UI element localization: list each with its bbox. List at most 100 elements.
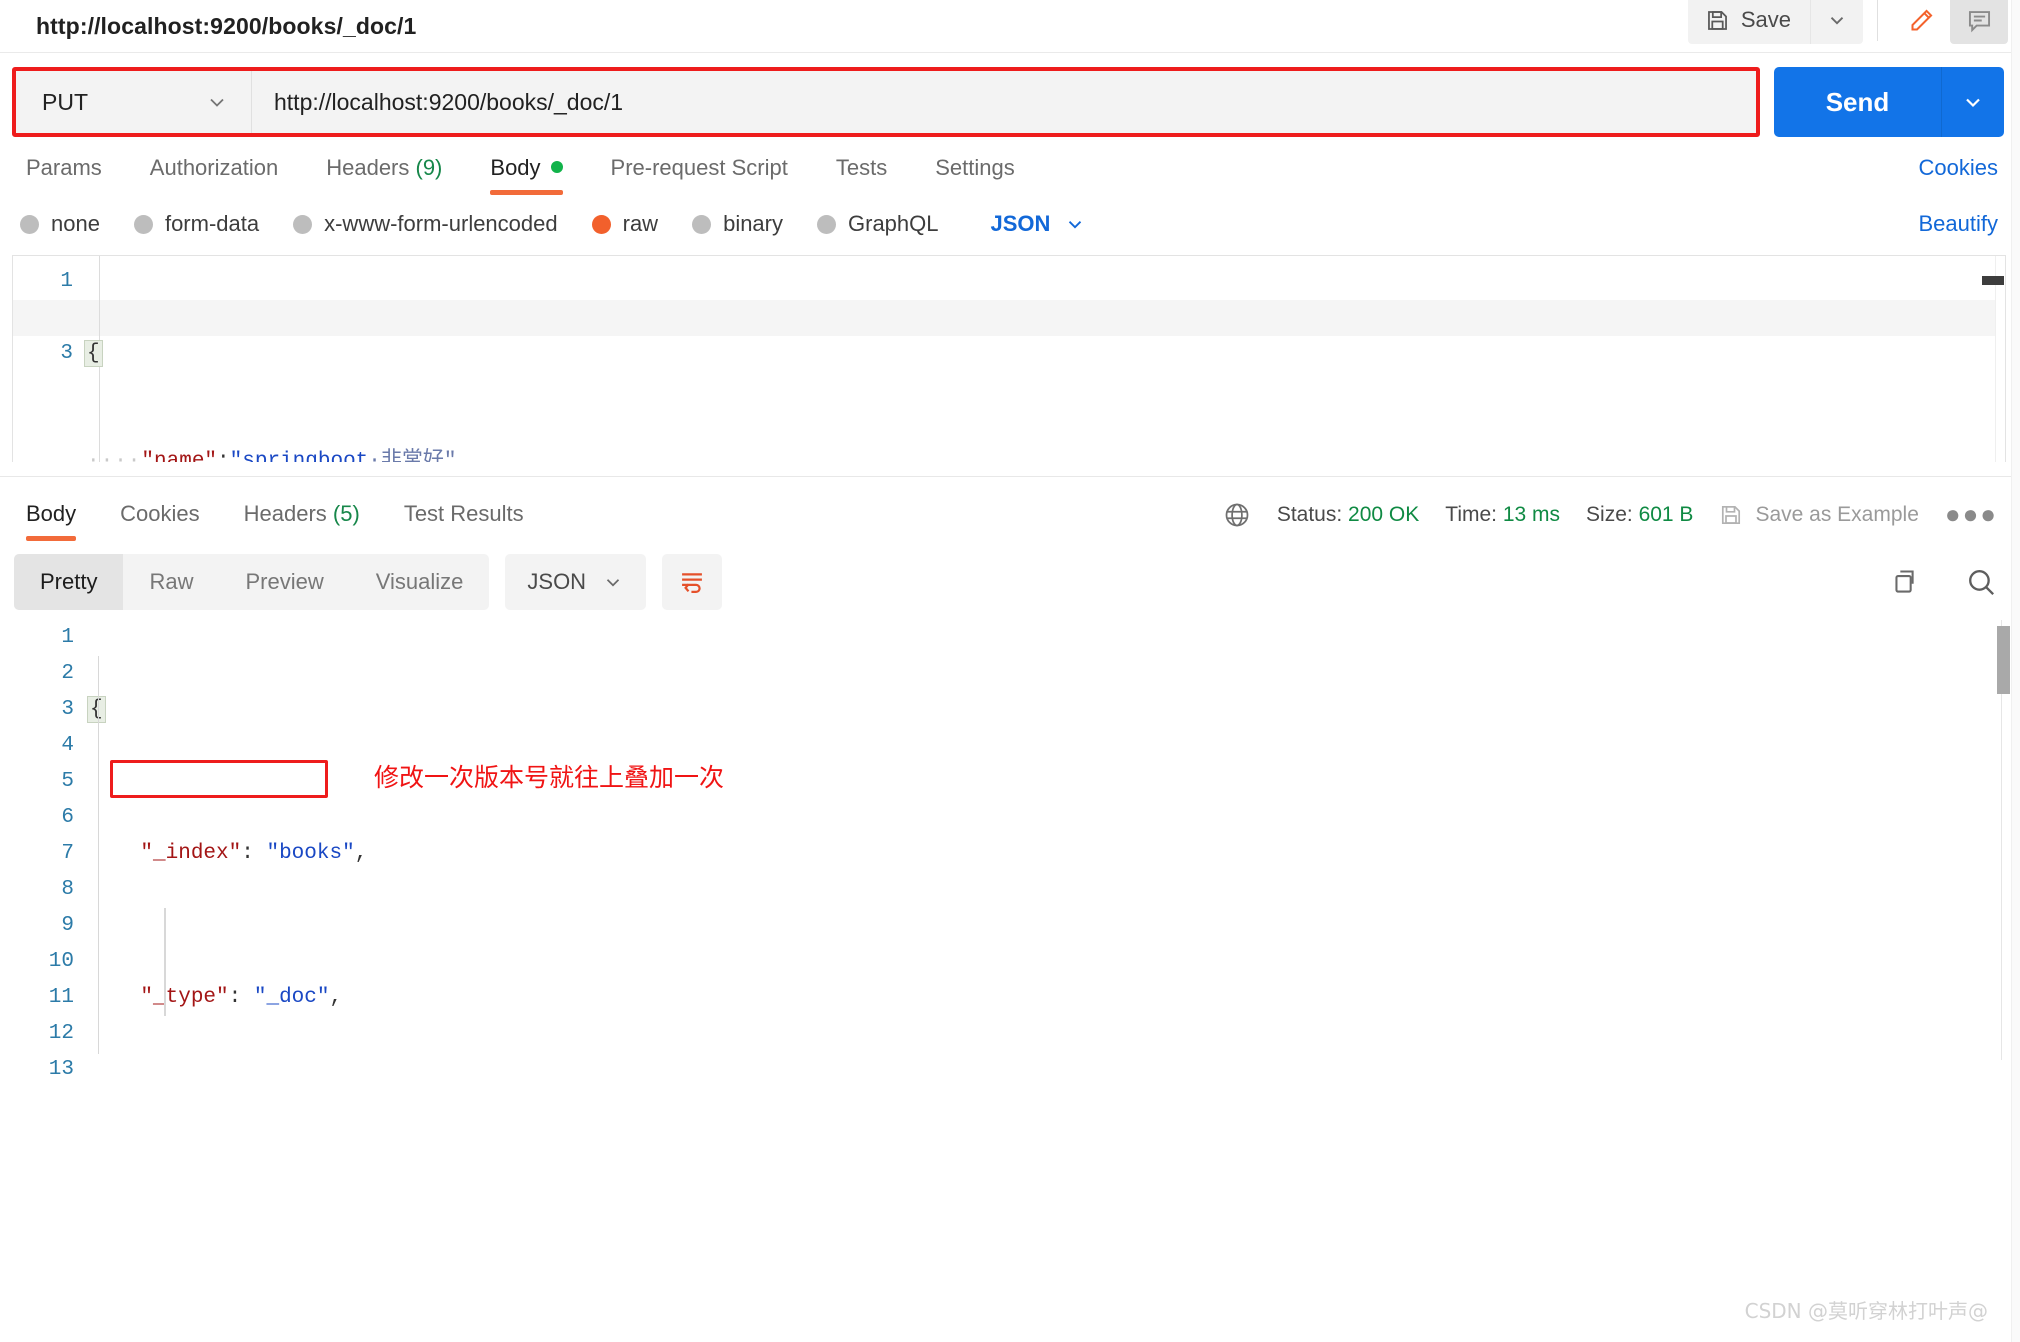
json-value: "springboot (229, 450, 369, 462)
response-tab-test-results[interactable]: Test Results (382, 501, 546, 541)
comments-button[interactable] (1950, 0, 2008, 44)
radio-icon (20, 214, 39, 234)
line-number: 1 (60, 270, 73, 293)
tab-authorization[interactable]: Authorization (126, 155, 302, 195)
body-type-none[interactable]: none (20, 211, 100, 237)
tab-label: Test Results (403, 500, 524, 526)
save-dropdown-button[interactable] (1810, 0, 1863, 44)
body-indicator-dot (550, 161, 563, 173)
send-button[interactable]: Send (1774, 67, 1941, 137)
json-value: "_doc" (253, 986, 330, 1009)
body-type-label: raw (622, 211, 659, 236)
response-scroll-thumb[interactable] (1997, 626, 2010, 694)
json-key: "name" (141, 450, 218, 462)
line-number: 10 (48, 950, 74, 973)
response-header: Body Cookies Headers (5) Test Results St… (0, 476, 2020, 542)
request-code-content[interactable]: { ····"name":"springboot·非常好" } (84, 256, 2005, 462)
line-number: 2 (61, 662, 74, 685)
json-value-cn: ·非常好" (368, 450, 457, 462)
save-button-label: Save (1740, 7, 1791, 32)
response-headers-count: (5) (332, 500, 360, 526)
radio-icon-selected (591, 214, 611, 234)
chevron-down-icon (205, 90, 229, 114)
tab-pre-request-script[interactable]: Pre-request Script (587, 155, 812, 195)
tab-label: Params (26, 155, 102, 180)
cookies-link[interactable]: Cookies (1919, 155, 1998, 181)
code-line: "_index": "books", (90, 836, 2020, 872)
tab-body[interactable]: Body (466, 155, 586, 195)
view-preview[interactable]: Preview (219, 554, 349, 610)
line-number: 3 (61, 698, 74, 721)
save-as-example-button[interactable]: Save as Example (1719, 503, 1919, 527)
save-button-group: Save (1687, 0, 1863, 44)
url-input[interactable]: http://localhost:9200/books/_doc/1 (252, 71, 1756, 133)
request-body-editor[interactable]: 1 2 3 { ····"name":"springboot·非常好" } (12, 255, 2006, 462)
tab-tests[interactable]: Tests (812, 155, 911, 195)
body-type-label: none (51, 211, 100, 236)
response-tab-body[interactable]: Body (20, 501, 98, 541)
tab-label: Tests (835, 155, 888, 180)
tab-params[interactable]: Params (20, 155, 126, 195)
globe-icon (1223, 501, 1251, 529)
watermark: CSDN @莫听穿林打叶声@ (1744, 1299, 1988, 1323)
view-visualize[interactable]: Visualize (350, 554, 490, 610)
json-sep: : (241, 842, 267, 865)
word-wrap-icon (678, 568, 706, 596)
time-label: Time: (1445, 502, 1497, 526)
code-fold-rail (98, 656, 99, 1054)
response-view-toolbar: Pretty Raw Preview Visualize JSON (0, 542, 2020, 610)
line-number: 5 (61, 770, 74, 793)
http-method-select[interactable]: PUT (16, 71, 252, 133)
beautify-link[interactable]: Beautify (1919, 211, 1999, 237)
code-fold-rail-inner (164, 908, 166, 1016)
body-type-raw[interactable]: raw (591, 211, 659, 237)
response-body-viewer[interactable]: 1 2 3 4 5 6 7 8 9 10 11 12 13 14 { "_ind… (12, 620, 2020, 1090)
line-number: 3 (60, 342, 73, 365)
tab-label: Authorization (149, 155, 279, 180)
view-pretty[interactable]: Pretty (14, 554, 124, 610)
tab-label: Pre-request Script (610, 155, 788, 180)
copy-icon[interactable] (1890, 567, 1921, 598)
tab-label: Body (490, 155, 541, 180)
json-key: "_type" (140, 986, 229, 1009)
page-title: http://localhost:9200/books/_doc/1 (36, 12, 417, 39)
body-type-form-data[interactable]: form-data (133, 211, 259, 237)
word-wrap-button[interactable] (662, 554, 723, 610)
header-actions: Save (1687, 0, 2008, 44)
open-brace: { (84, 340, 103, 367)
open-brace: { (87, 696, 106, 723)
header-divider (1877, 0, 1878, 41)
radio-icon (692, 214, 712, 234)
status-group: Status: 200 OK (1277, 503, 1419, 527)
response-tab-cookies[interactable]: Cookies (98, 501, 221, 541)
comment-icon (1966, 7, 1993, 34)
body-type-binary[interactable]: binary (692, 211, 783, 237)
request-editor-scroll-thumb[interactable] (1982, 276, 2004, 285)
response-code-content[interactable]: { "_index": "books", "_type": "_doc", "_… (87, 620, 2020, 1090)
tab-headers[interactable]: Headers (9) (302, 155, 466, 195)
ellipsis-icon[interactable]: ●●● (1945, 499, 1998, 530)
view-raw[interactable]: Raw (123, 554, 219, 610)
request-header-bar: http://localhost:9200/books/_doc/1 Save (0, 0, 2020, 52)
radio-icon (133, 214, 153, 234)
tab-settings[interactable]: Settings (911, 155, 1039, 195)
send-dropdown-button[interactable] (1941, 67, 2004, 137)
request-editor-scrollbar[interactable] (1995, 256, 2005, 462)
response-toolbar-right (1890, 566, 1998, 599)
response-tab-headers[interactable]: Headers (5) (222, 501, 382, 541)
chevron-down-icon (1826, 9, 1848, 31)
save-button[interactable]: Save (1688, 0, 1810, 44)
search-icon[interactable] (1965, 566, 1998, 599)
json-colon: : (217, 450, 230, 462)
body-type-graphql[interactable]: GraphQL (817, 211, 939, 237)
body-type-x-www-form-urlencoded[interactable]: x-www-form-urlencoded (293, 211, 558, 237)
time-value: 13 ms (1502, 502, 1561, 526)
line-number: 13 (48, 1058, 74, 1081)
response-format-select[interactable]: JSON (505, 554, 647, 610)
line-number: 11 (48, 986, 74, 1009)
status-value: 200 OK (1348, 502, 1420, 526)
body-format-select[interactable]: JSON (991, 211, 1087, 237)
edit-request-button[interactable] (1892, 0, 1950, 44)
floppy-disk-icon (1719, 503, 1743, 527)
radio-icon (817, 214, 836, 234)
